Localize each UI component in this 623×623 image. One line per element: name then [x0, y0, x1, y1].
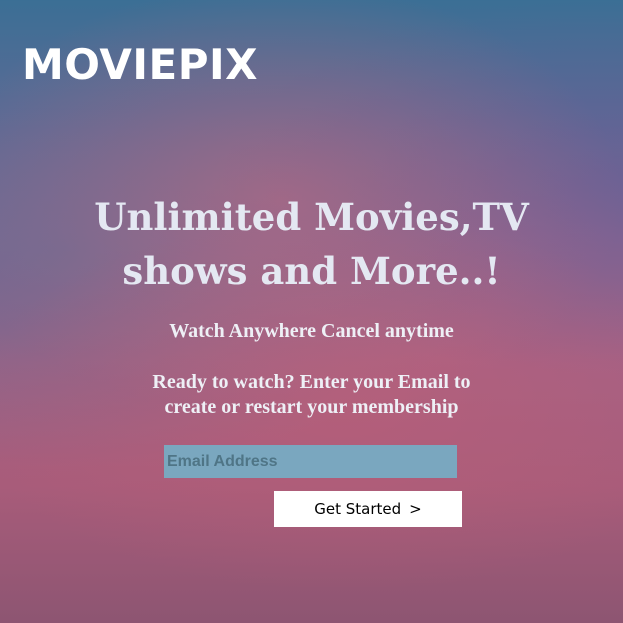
hero-title-line-1: Unlimited Movies,TV [94, 195, 529, 239]
hero-tagline: Watch Anywhere Cancel anytime [169, 320, 454, 342]
signup-prompt: Ready to watch? Enter your Email to crea… [0, 370, 623, 420]
signup-prompt-line-2: create or restart your membership [164, 396, 459, 418]
get-started-label: Get Started [314, 500, 402, 518]
signup-prompt-line-1: Ready to watch? Enter your Email to [152, 371, 471, 393]
hero-title: Unlimited Movies,TV shows and More..! [0, 190, 623, 298]
email-input[interactable] [164, 445, 457, 478]
brand-logo: MOVIEPIX [22, 40, 258, 89]
chevron-right-icon: > [409, 499, 422, 518]
hero-title-line-2: shows and More..! [122, 249, 501, 293]
get-started-button[interactable]: Get Started > [274, 491, 462, 527]
